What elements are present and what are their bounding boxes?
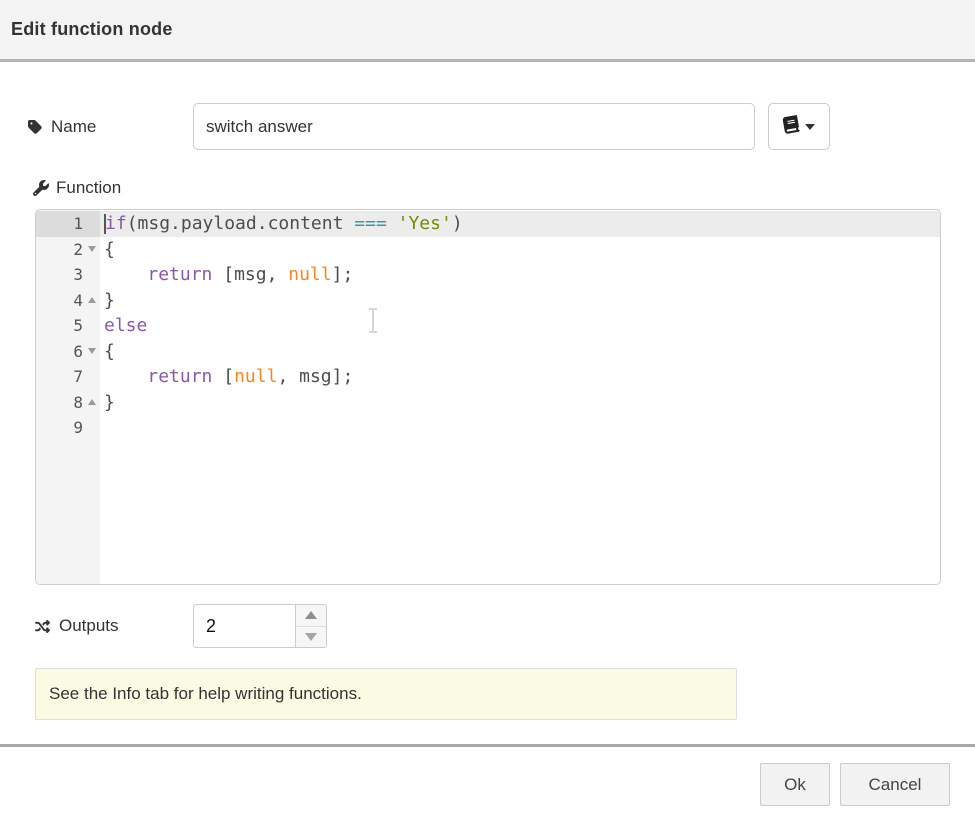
code-token-plain xyxy=(104,264,147,285)
dialog-header: Edit function node xyxy=(0,0,975,62)
cancel-button[interactable]: Cancel xyxy=(840,763,950,806)
code-token-string: 'Yes' xyxy=(398,213,452,234)
name-label-text: Name xyxy=(51,117,96,137)
name-input[interactable] xyxy=(193,103,755,150)
code-token-plain: ) xyxy=(452,213,463,234)
line-number-cell[interactable]: 2 xyxy=(36,237,100,263)
wrench-icon xyxy=(33,180,49,196)
line-number: 8 xyxy=(36,390,83,416)
caret-down-icon xyxy=(805,124,815,130)
code-line[interactable]: { xyxy=(100,237,940,263)
code-token-plain: } xyxy=(104,392,115,413)
code-line[interactable]: return [null, msg]; xyxy=(100,364,940,390)
line-number: 4 xyxy=(36,288,83,314)
code-token-plain: , msg]; xyxy=(277,366,353,387)
code-line[interactable]: { xyxy=(100,339,940,365)
line-number: 2 xyxy=(36,237,83,263)
fold-open-icon[interactable] xyxy=(88,348,96,354)
line-number: 5 xyxy=(36,313,83,339)
code-token-keyword: if xyxy=(105,213,127,234)
spinner-buttons xyxy=(295,605,326,647)
shuffle-icon xyxy=(33,619,52,634)
code-line[interactable]: } xyxy=(100,288,940,314)
info-tip-text: See the Info tab for help writing functi… xyxy=(49,684,362,704)
line-number-cell[interactable]: 8 xyxy=(36,390,100,416)
line-number-cell[interactable]: 9 xyxy=(36,415,100,441)
code-token-plain: (msg.payload.content xyxy=(127,213,355,234)
outputs-decrement-button[interactable] xyxy=(296,627,326,648)
code-line[interactable]: else xyxy=(100,313,940,339)
line-number-cell[interactable]: 5 xyxy=(36,313,100,339)
line-number: 7 xyxy=(36,364,83,390)
code-token-plain: } xyxy=(104,290,115,311)
fold-open-icon[interactable] xyxy=(88,246,96,252)
code-line[interactable] xyxy=(100,415,940,441)
function-label-text: Function xyxy=(56,178,121,198)
line-number: 3 xyxy=(36,262,83,288)
code-token-plain: { xyxy=(104,341,115,362)
line-number: 6 xyxy=(36,339,83,365)
code-token-constant: null xyxy=(288,264,331,285)
footer-divider xyxy=(0,744,975,747)
code-line[interactable]: if(msg.payload.content === 'Yes') xyxy=(100,211,940,237)
code-token-plain xyxy=(104,366,147,387)
code-token-plain: [ xyxy=(212,366,234,387)
outputs-label-text: Outputs xyxy=(59,616,119,636)
code-token-plain: { xyxy=(104,239,115,260)
code-token-plain: ]; xyxy=(332,264,354,285)
arrow-down-icon xyxy=(305,633,317,641)
library-button[interactable] xyxy=(768,103,830,150)
code-line[interactable]: return [msg, null]; xyxy=(100,262,940,288)
code-line[interactable]: } xyxy=(100,390,940,416)
outputs-spinner xyxy=(193,604,327,648)
code-token-keyword: return xyxy=(147,264,212,285)
mouse-ibeam-cursor xyxy=(366,307,380,339)
editor-line[interactable]: 7 return [null, msg]; xyxy=(36,364,940,390)
line-number-cell[interactable]: 3 xyxy=(36,262,100,288)
editor-line[interactable]: 4} xyxy=(36,288,940,314)
tag-icon xyxy=(28,119,44,135)
name-label: Name xyxy=(28,103,96,150)
line-number-cell[interactable]: 7 xyxy=(36,364,100,390)
editor-line[interactable]: 8} xyxy=(36,390,940,416)
edit-function-node-dialog: Edit function node Name Function 1 if(msg… xyxy=(0,0,975,824)
code-token-constant: null xyxy=(234,366,277,387)
code-token-keyword: else xyxy=(104,315,147,336)
outputs-increment-button[interactable] xyxy=(296,605,326,627)
dialog-title: Edit function node xyxy=(11,19,173,40)
editor-line[interactable]: 6{ xyxy=(36,339,940,365)
line-number-cell[interactable]: 4 xyxy=(36,288,100,314)
editor-line[interactable]: 2{ xyxy=(36,237,940,263)
editor-rows: 1if(msg.payload.content === 'Yes')2{3 re… xyxy=(36,211,940,441)
line-number-cell[interactable]: 1 xyxy=(36,211,100,237)
book-icon xyxy=(782,114,801,138)
editor-line[interactable]: 3 return [msg, null]; xyxy=(36,262,940,288)
code-editor[interactable]: 1if(msg.payload.content === 'Yes')2{3 re… xyxy=(35,209,941,585)
editor-line[interactable]: 5 else xyxy=(36,313,940,339)
fold-close-icon[interactable] xyxy=(88,297,96,303)
line-number: 9 xyxy=(36,415,83,441)
fold-close-icon[interactable] xyxy=(88,399,96,405)
function-label: Function xyxy=(33,176,121,200)
code-token-keyword: return xyxy=(147,366,212,387)
outputs-input[interactable] xyxy=(194,605,296,647)
code-token-plain xyxy=(387,213,398,234)
code-token-operator: === xyxy=(354,213,387,234)
line-number: 1 xyxy=(36,211,83,237)
editor-line[interactable]: 9 xyxy=(36,415,940,441)
line-number-cell[interactable]: 6 xyxy=(36,339,100,365)
ok-button[interactable]: Ok xyxy=(760,763,830,806)
outputs-label: Outputs xyxy=(33,604,119,648)
arrow-up-icon xyxy=(305,611,317,619)
code-token-plain: [msg, xyxy=(212,264,288,285)
info-tip: See the Info tab for help writing functi… xyxy=(35,668,737,720)
editor-line[interactable]: 1 if(msg.payload.content === 'Yes') xyxy=(36,211,940,237)
